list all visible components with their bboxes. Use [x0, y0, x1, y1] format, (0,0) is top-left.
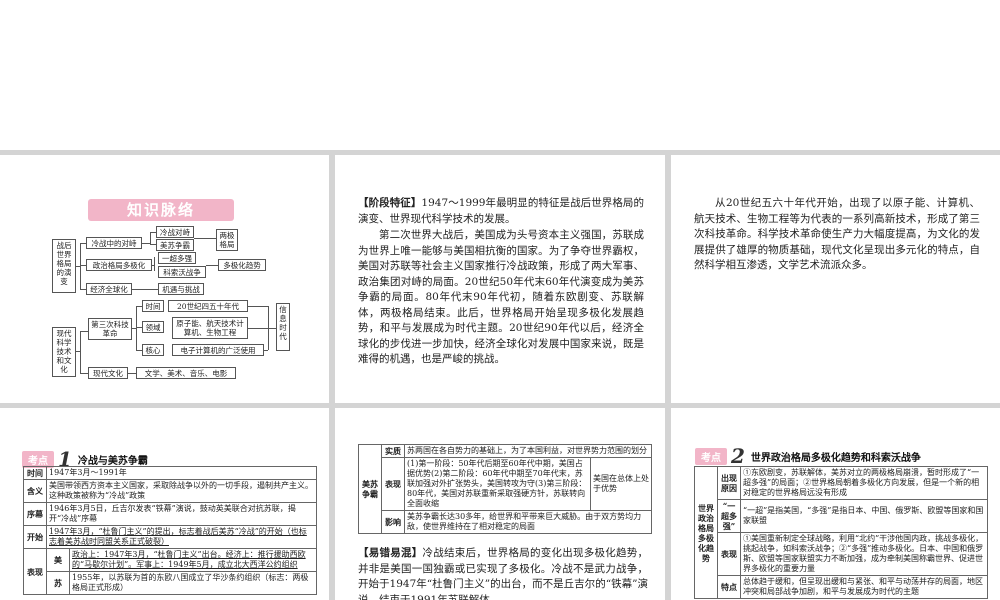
kd1b-yingxiang-value: 美苏争霸长达30多年，给世界和平带来巨大威胁。由于双方势均力敌，使世界维持在了相… [404, 510, 652, 534]
kd1b-yicuo: 【易错易混】冷战结束后，世界格局的变化出现多极化趋势，并非是美国一国独霸或已实现… [358, 546, 648, 600]
kd1-tag: 考点 [22, 450, 54, 468]
kd1b-biaoxian-value: (1)第一阶段：50年代后期至60年代中期，美国占据优势(2)第二阶段：60年代… [404, 457, 591, 511]
kd1b-table: 美苏争霸 实质 苏两国在各自势力的基础上，为了本国利益，对世界势力范围的划分 表… [358, 444, 652, 534]
table-row: 表现美政治上：1947年3月，“杜鲁门主义”出台。经济上：推行援助西欧的“马歇尔… [23, 548, 317, 595]
stage-label: 【阶段特征】 [358, 197, 422, 209]
kd1-biaoxian: 表现 [23, 548, 47, 595]
slide-mindmap: 知识脉络 战后世界格局的演变 冷战中的对峙 冷战对峙 美苏争霸 两极格局 政治格… [0, 155, 329, 403]
kd1-title: 冷战与美苏争霸 [77, 455, 148, 467]
node-tech-revolution: 第三次科技革命 [88, 318, 132, 340]
node-field: 领域 [142, 321, 164, 333]
node-one-super: 一超多强 [158, 252, 196, 264]
kd1b-meisu: 美苏争霸 [358, 444, 382, 534]
kd2-r3-head: 表现 [717, 532, 741, 576]
table-row: 特点 总体趋于缓和，但呈现出缓和与紧张、和平与动荡并存的局面，地区冲突和局部战争… [695, 575, 988, 599]
kd2-header: 考点 2 世界政治格局多极化趋势和科索沃战争 [695, 444, 921, 468]
slide-stage-feature: 【阶段特征】1947～1999年最明显的特征是战后世界格局的演变、世界现代科学技… [335, 155, 665, 403]
kd2-r1-head: 出现原因 [717, 466, 741, 500]
kd1-row-head: 含义 [23, 479, 47, 503]
table-row: 开始 1947年3月，“杜鲁门主义”的提出，标志着战后美苏“冷战”的开始（也标志着… [23, 525, 317, 549]
kd1-row-value: 1947年3月，“杜鲁门主义”的提出，标志着战后美苏“冷战”的开始（也标志着美苏… [46, 525, 317, 549]
node-coldwar-confront: 冷战对峙 [156, 226, 194, 238]
node-postwar: 战后世界格局的演变 [52, 239, 76, 293]
kd1-row-head: 序幕 [23, 502, 47, 526]
node-modern-sci: 现代科学技术和文化 [52, 327, 76, 377]
node-coldwar: 冷战中的对峙 [86, 237, 142, 249]
mindmap-title: 知识脉络 [88, 199, 234, 221]
kd1-mei-value: 政治上：1947年3月，“杜鲁门主义”出台。经济上：推行援助西欧的“马歇尔计划”… [69, 548, 317, 572]
kd2-r2-head: “一超多强” [717, 499, 741, 533]
table-row: 影响 美苏争霸长达30多年，给世界和平带来巨大威胁。由于双方势均力敌，使世界维持… [359, 510, 652, 534]
table-row: 苏 1955年，以苏联为首的东欧八国成立了华沙条约组织（标志：两极格局正式形成） [24, 571, 317, 595]
table-row: 世界政治格局多极化趋势 出现原因 ①东欧剧变，苏联解体，美苏对立的两极格局崩溃，… [694, 466, 988, 599]
kd1-row-value: 1947年3月～1991年 [46, 466, 317, 480]
kd2-title: 世界政治格局多极化趋势和科索沃战争 [750, 452, 921, 464]
slide-kaodian-1-cont: 美苏争霸 实质 苏两国在各自势力的基础上，为了本国利益，对世界势力范围的划分 表… [335, 408, 665, 600]
node-info-age: 信息时代 [276, 303, 290, 351]
kd2-r4-head: 特点 [717, 575, 741, 599]
node-field-value: 原子能、航天技术计算机、生物工程 [172, 317, 248, 339]
node-modern-culture: 现代文化 [88, 367, 128, 379]
table-row: 表现 (1)第一阶段：50年代后期至60年代中期，美国占据优势(2)第二阶段：6… [359, 457, 652, 511]
kd2-r3-value: ①美国重新制定全球战略，利用“北约”干涉他国内政，挑战多极化，挑起战争，如科索沃… [740, 532, 988, 576]
kd1b-yingxiang: 影响 [381, 510, 405, 534]
node-kosovo: 科索沃战争 [158, 266, 206, 278]
kd1-su: 苏 [46, 571, 70, 595]
kd1-row-head: 开始 [23, 525, 47, 549]
kd1b-biaoxian: 表现 [381, 457, 405, 511]
kd2-number: 2 [731, 444, 745, 468]
kd1-su-value: 1955年，以苏联为首的东欧八国成立了华沙条约组织（标志：两极格局正式形成） [69, 571, 317, 595]
table-row: 美苏争霸 实质 苏两国在各自势力的基础上，为了本国利益，对世界势力范围的划分 [358, 444, 652, 534]
kd1-row-head: 时间 [23, 466, 47, 480]
kd2-r2-value: “一超”是指美国，“多强”是指日本、中国、俄罗斯、欧盟等国家和国家联盟 [740, 499, 988, 533]
kd1b-biaoxian-side: 美国在总体上处于优势 [590, 457, 652, 511]
table-row: 含义 美国带领西方资本主义国家，采取除战争以外的一切手段，遏制共产主义。这种政策被… [23, 479, 317, 503]
node-bipolar: 两极格局 [216, 229, 238, 251]
node-opportunity: 机遇与挑战 [158, 283, 204, 295]
kd1-row-value: 美国带领西方资本主义国家，采取除战争以外的一切手段，遏制共产主义。这种政策被称为… [46, 479, 317, 503]
yicuo-label: 【易错易混】 [358, 547, 423, 559]
kd2-tag: 考点 [695, 447, 727, 465]
table-row: “一超多强” “一超”是指美国，“多强”是指日本、中国、俄罗斯、欧盟等国家和国家… [695, 499, 988, 533]
slide-kaodian-2: 考点 2 世界政治格局多极化趋势和科索沃战争 世界政治格局多极化趋势 出现原因 … [671, 408, 1000, 600]
kd1-table: 时间 1947年3月～1991年 含义 美国带领西方资本主义国家，采取除战争以外的一… [23, 466, 317, 595]
slide-blank-top [0, 0, 1000, 150]
node-culture-value: 文学、美术、音乐、电影 [136, 367, 236, 379]
kd1b-shizhi-value: 苏两国在各自势力的基础上，为了本国利益，对世界势力范围的划分 [404, 444, 652, 458]
table-row: 表现 ①美国重新制定全球战略，利用“北约”干涉他国内政，挑战多极化，挑起战争，如… [695, 532, 988, 576]
node-us-ussr: 美苏争霸 [156, 239, 194, 251]
slide-kaodian-1: 考点 1 冷战与美苏争霸 时间 1947年3月～1991年 含义 美国带领西方资本主… [0, 408, 329, 600]
stage-intro: 【阶段特征】1947～1999年最明显的特征是战后世界格局的演变、世界现代科学技… [358, 196, 644, 227]
kd1-mei: 美 [46, 548, 70, 572]
node-core-value: 电子计算机的广泛使用 [172, 344, 264, 356]
node-globalization: 经济全球化 [86, 283, 132, 295]
node-time-value: 20世纪四五十年代 [168, 300, 248, 312]
kd2-r4-value: 总体趋于缓和，但呈现出缓和与紧张、和平与动荡并存的局面，地区冲突和局部战争加剧，… [740, 575, 988, 599]
slide-tech-paragraph: 从20世纪五六十年代开始，出现了以原子能、计算机、航天技术、生物工程等为代表的一… [671, 155, 1000, 403]
stage-p2: 第二次世界大战后，美国成为头号资本主义强国，苏联成为世界上唯一能够与美国相抗衡的… [358, 229, 644, 365]
kd1b-shizhi: 实质 [381, 444, 405, 458]
stage-p3: 从20世纪五六十年代开始，出现了以原子能、计算机、航天技术、生物工程等为代表的一… [694, 197, 980, 271]
node-multipolar-politics: 政治格局多极化 [86, 259, 152, 271]
node-multipolar-trend: 多极化趋势 [218, 259, 266, 271]
kd2-table: 世界政治格局多极化趋势 出现原因 ①东欧剧变，苏联解体，美苏对立的两极格局崩溃，… [694, 466, 988, 599]
kd1-row-value: 1946年3月5日，丘吉尔发表“铁幕”演说，鼓动英美联合对抗苏联，揭开“冷战”序… [46, 502, 317, 526]
node-core: 核心 [142, 344, 164, 356]
node-time: 时间 [142, 300, 164, 312]
kd2-r1-value: ①东欧剧变，苏联解体，美苏对立的两极格局崩溃，暂时形成了“一超多强”的局面；②世… [740, 466, 988, 500]
table-row: 时间 1947年3月～1991年 [23, 466, 317, 480]
table-row: 序幕 1946年3月5日，丘吉尔发表“铁幕”演说，鼓动英美联合对抗苏联，揭开“冷战… [23, 502, 317, 526]
kd2-group: 世界政治格局多极化趋势 [694, 466, 718, 599]
